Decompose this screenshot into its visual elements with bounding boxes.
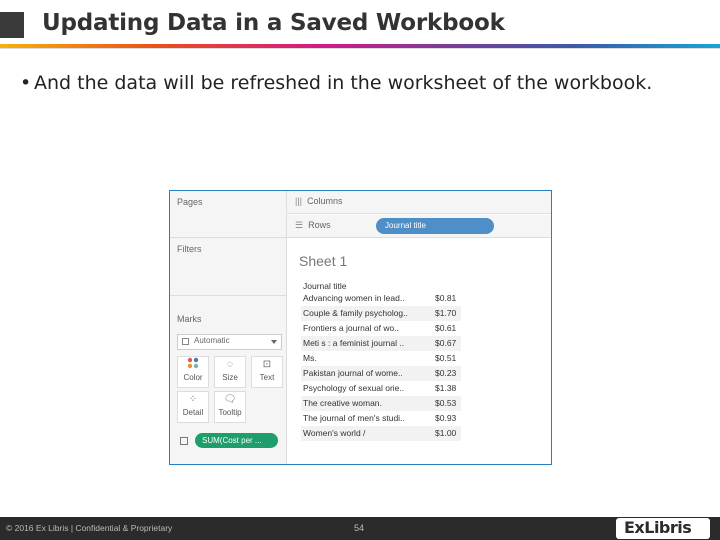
table-row[interactable]: Psychology of sexual orie.. $1.38 [301,381,461,396]
rows-icon: ☰ [295,220,304,230]
sum-cost-pill[interactable]: SUM(Cost per ... [195,433,278,448]
cost-cell: $0.93 [435,413,457,423]
table-row[interactable]: Meti s : a feminist journal .. $0.67 [301,336,461,351]
table-row[interactable]: Frontiers a journal of wo.. $0.61 [301,321,461,336]
color-button[interactable]: Color [177,356,209,388]
color-icon [178,357,208,373]
journal-title-cell: Couple & family psycholog.. [303,308,408,318]
sheet-canvas: Sheet 1 Journal title Advancing women in… [287,239,551,464]
sheet-title: Sheet 1 [299,253,348,269]
rows-label: Rows [308,220,331,230]
cost-cell: $0.51 [435,353,457,363]
bullet-text: And the data will be refreshed in the wo… [34,72,653,94]
table-row[interactable]: Pakistan journal of wome.. $0.23 [301,366,461,381]
detail-icon: ⁘ [188,394,198,405]
chevron-down-icon [271,340,277,344]
text-label: Text [259,373,275,382]
tableau-screenshot: Pages Filters Marks Automatic Color ◌ Si… [169,190,552,465]
journal-title-cell: Psychology of sexual orie.. [303,383,405,393]
detail-button[interactable]: ⁘ Detail [177,391,209,423]
journal-title-cell: Pakistan journal of wome.. [303,368,403,378]
columns-shelf-label: ||| Columns [295,196,343,206]
size-label: Size [222,373,238,382]
copyright-text: © 2016 Ex Libris | Confidential & Propri… [6,523,173,533]
columns-shelf[interactable]: ||| Columns [287,191,551,214]
journal-title-cell: Frontiers a journal of wo.. [303,323,399,333]
bullet-dot: • [20,72,32,94]
journal-title-cell: Women's world / [303,428,366,438]
journal-title-cell: Meti s : a feminist journal .. [303,338,405,348]
cost-cell: $1.38 [435,383,457,393]
filters-shelf[interactable]: Filters [170,238,286,296]
journal-title-pill[interactable]: Journal title [376,218,494,234]
title-rule-shadow [0,48,720,49]
table-row[interactable]: Ms. $0.51 [301,351,461,366]
color-label: Color [183,373,203,382]
logo-text: ExLibris [624,518,692,537]
filters-label: Filters [177,244,202,254]
columns-icon: ||| [295,196,303,206]
mark-type-dropdown[interactable]: Automatic [177,334,282,350]
cost-cell: $0.67 [435,338,457,348]
tooltip-label: Tooltip [218,408,242,417]
title-accent-block [0,12,24,38]
columns-label: Columns [307,196,343,206]
marks-label: Marks [177,314,202,324]
table-row[interactable]: Women's world / $1.00 [301,426,461,441]
table-row[interactable]: Advancing women in lead.. $0.81 [301,291,461,306]
journal-title-cell: Advancing women in lead.. [303,293,405,303]
tooltip-icon: 🗨 [223,394,237,405]
footer-bar: © 2016 Ex Libris | Confidential & Propri… [0,517,720,540]
mark-type-value: Automatic [194,336,230,345]
data-table: Advancing women in lead.. $0.81 Couple & … [301,291,461,441]
tableau-left-pane: Pages Filters Marks Automatic Color ◌ Si… [170,191,287,464]
cost-cell: $0.53 [435,398,457,408]
column-header: Journal title [303,281,347,291]
cost-cell: $1.70 [435,308,457,318]
pages-label: Pages [177,197,203,207]
cost-cell: $0.23 [435,368,457,378]
bullet-item: • And the data will be refreshed in the w… [20,72,652,94]
detail-label: Detail [182,408,204,417]
text-mark-icon [180,437,188,445]
journal-title-cell: Ms. [303,353,317,363]
rows-shelf-label: ☰ Rows [295,220,331,231]
cost-cell: $1.00 [435,428,457,438]
automatic-mark-icon [182,338,189,345]
size-icon: ◌ [227,359,233,370]
size-button[interactable]: ◌ Size [214,356,246,388]
tooltip-button[interactable]: 🗨 Tooltip [214,391,246,423]
pages-shelf[interactable]: Pages [170,191,286,238]
text-icon: ⊡ [262,359,272,370]
cost-cell: $0.61 [435,323,457,333]
journal-title-cell: The creative woman. [303,398,382,408]
journal-title-cell: The journal of men's studi.. [303,413,405,423]
cost-cell: $0.81 [435,293,457,303]
slide-title: Updating Data in a Saved Workbook [42,10,505,36]
table-row[interactable]: Couple & family psycholog.. $1.70 [301,306,461,321]
table-row[interactable]: The journal of men's studi.. $0.93 [301,411,461,426]
text-button[interactable]: ⊡ Text [251,356,283,388]
table-row[interactable]: The creative woman. $0.53 [301,396,461,411]
exlibris-logo: ExLibris [616,518,710,539]
page-number: 54 [354,523,365,533]
